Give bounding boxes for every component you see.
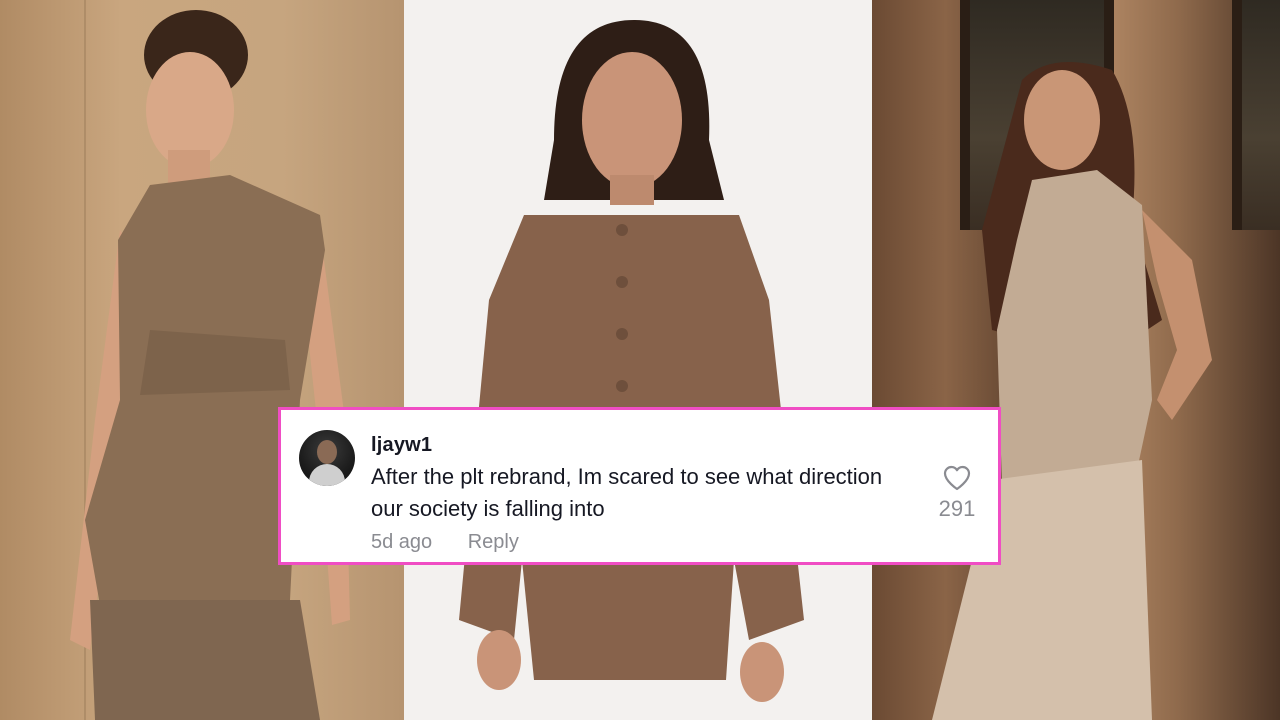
comment-text: After the plt rebrand, Im scared to see … bbox=[371, 464, 883, 521]
right-model-figure bbox=[932, 62, 1212, 720]
left-model-figure bbox=[70, 10, 350, 720]
avatar-face bbox=[317, 440, 337, 464]
comment-username[interactable]: ljayw1 bbox=[371, 434, 432, 457]
like-button[interactable]: 291 bbox=[933, 465, 981, 522]
comment-timestamp: 5d ago bbox=[371, 531, 433, 553]
avatar-body bbox=[309, 464, 345, 486]
left-model-photo bbox=[0, 0, 404, 720]
comment-card: ljayw1 After the plt rebrand, Im scared … bbox=[278, 407, 1001, 565]
reply-button[interactable]: Reply bbox=[468, 531, 519, 553]
like-count: 291 bbox=[938, 496, 976, 521]
middle-model-photo bbox=[404, 0, 872, 720]
avatar[interactable] bbox=[299, 430, 355, 486]
comment-meta: 5d ago Reply bbox=[371, 531, 519, 554]
middle-model-figure bbox=[459, 20, 804, 702]
right-model-photo bbox=[872, 0, 1280, 720]
heart-outline-icon bbox=[943, 465, 971, 491]
